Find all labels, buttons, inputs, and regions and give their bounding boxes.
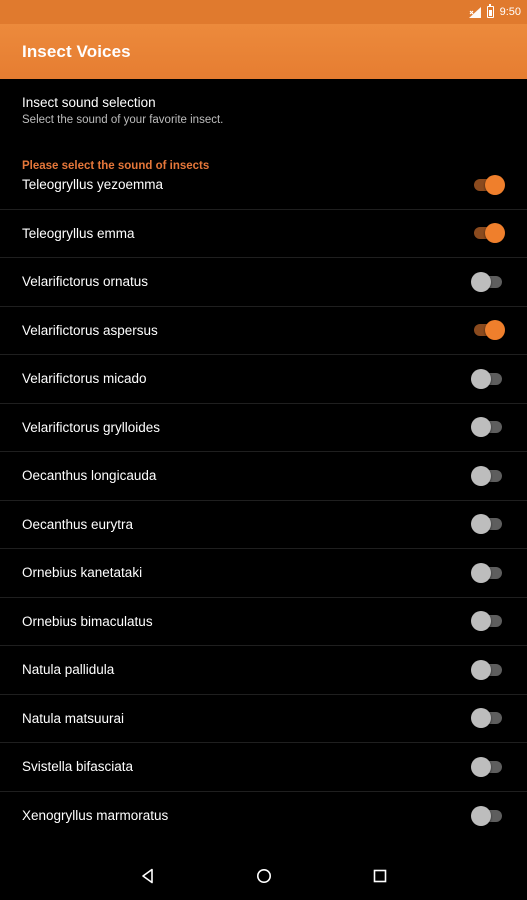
pref-title: Insect sound selection (22, 95, 156, 110)
switch-thumb (471, 756, 491, 777)
switch-thumb (485, 320, 505, 341)
insect-toggle-switch[interactable] (471, 611, 505, 632)
switch-thumb (471, 805, 491, 826)
insect-name: Oecanthus eurytra (22, 516, 134, 532)
insect-toggle-switch[interactable] (471, 417, 505, 438)
app-bar: Insect Voices (0, 24, 527, 79)
settings-content[interactable]: Insect sound selection Select the sound … (0, 79, 527, 852)
insect-toggle-switch[interactable] (471, 320, 505, 341)
insect-name: Velarifictorus ornatus (22, 274, 149, 290)
switch-thumb (471, 562, 491, 583)
insect-row[interactable]: Natula matsuurai (0, 695, 527, 743)
insect-name: Natula matsuurai (22, 710, 125, 726)
insect-toggle-switch[interactable] (471, 368, 505, 389)
insect-toggle-switch[interactable] (471, 271, 505, 292)
insect-name: Teleogryllus emma (22, 225, 135, 241)
switch-thumb (485, 223, 505, 244)
insect-row[interactable]: Velarifictorus grylloides (0, 404, 527, 452)
insect-list: Teleogryllus yezoemma Teleogryllus emma Ve… (0, 161, 527, 840)
switch-thumb (471, 271, 491, 292)
insect-row[interactable]: Svistella bifasciata (0, 743, 527, 792)
insect-name: Natula pallidula (22, 662, 115, 678)
insect-name: Teleogryllus yezoemma (22, 177, 164, 193)
insect-name: Ornebius kanetataki (22, 565, 143, 581)
insect-sound-selection-pref[interactable]: Insect sound selection Select the sound … (0, 79, 527, 141)
insect-toggle-switch[interactable] (471, 465, 505, 486)
insect-toggle-switch[interactable] (471, 174, 505, 195)
insect-name: Ornebius bimaculatus (22, 613, 153, 629)
insect-toggle-switch[interactable] (471, 562, 505, 583)
insect-name: Svistella bifasciata (22, 759, 134, 775)
insect-toggle-switch[interactable] (471, 756, 505, 777)
insect-row[interactable]: Oecanthus longicauda (0, 452, 527, 501)
insect-row[interactable]: Ornebius kanetataki (0, 549, 527, 598)
navigation-bar (0, 852, 527, 900)
home-icon[interactable] (252, 864, 276, 888)
insect-name: Xenogryllus marmoratus (22, 808, 169, 824)
insect-row[interactable]: Velarifictorus ornatus (0, 258, 527, 307)
insect-toggle-switch[interactable] (471, 514, 505, 535)
back-icon[interactable] (136, 864, 160, 888)
switch-thumb (471, 659, 491, 680)
battery-icon (486, 4, 494, 18)
insect-row[interactable]: Ornebius bimaculatus (0, 598, 527, 646)
insect-row[interactable]: Teleogryllus emma (0, 210, 527, 258)
status-time: 9:50 (499, 6, 521, 18)
insect-toggle-switch[interactable] (471, 659, 505, 680)
app-title: Insect Voices (22, 41, 131, 61)
pref-summary: Select the sound of your favorite insect… (22, 114, 224, 126)
insect-name: Velarifictorus micado (22, 371, 147, 387)
insect-row[interactable]: Natula pallidula (0, 646, 527, 695)
insect-row[interactable]: Velarifictorus aspersus (0, 307, 527, 355)
insect-name: Velarifictorus grylloides (22, 419, 161, 435)
switch-thumb (485, 174, 505, 195)
insect-row[interactable]: Velarifictorus micado (0, 355, 527, 404)
switch-thumb (471, 611, 491, 632)
insect-name: Oecanthus longicauda (22, 468, 157, 484)
insect-row[interactable]: Oecanthus eurytra (0, 501, 527, 549)
insect-toggle-switch[interactable] (471, 708, 505, 729)
signal-icon (468, 6, 481, 18)
switch-thumb (471, 368, 491, 389)
switch-thumb (471, 708, 491, 729)
switch-thumb (471, 514, 491, 535)
status-bar: 9:50 (0, 0, 527, 24)
recents-icon[interactable] (368, 864, 392, 888)
insect-toggle-switch[interactable] (471, 223, 505, 244)
switch-thumb (471, 465, 491, 486)
switch-thumb (471, 417, 491, 438)
insect-name: Velarifictorus aspersus (22, 322, 158, 338)
insect-toggle-switch[interactable] (471, 805, 505, 826)
insect-row[interactable]: Xenogryllus marmoratus (0, 792, 527, 841)
